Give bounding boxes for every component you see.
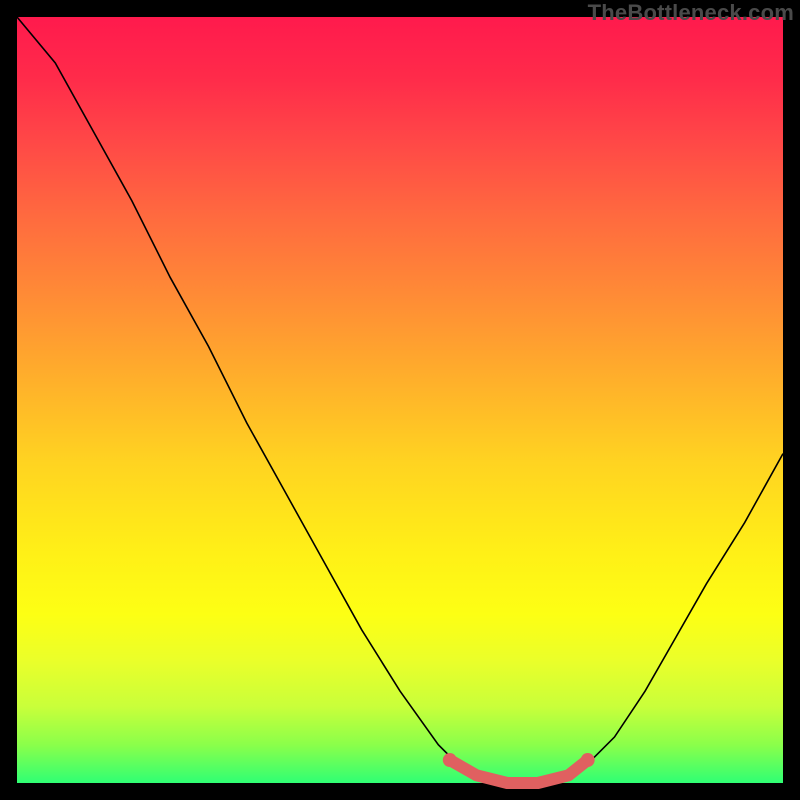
watermark-text: TheBottleneck.com <box>588 0 794 26</box>
chart-gradient-background <box>17 17 783 783</box>
chart-stage: TheBottleneck.com <box>0 0 800 800</box>
